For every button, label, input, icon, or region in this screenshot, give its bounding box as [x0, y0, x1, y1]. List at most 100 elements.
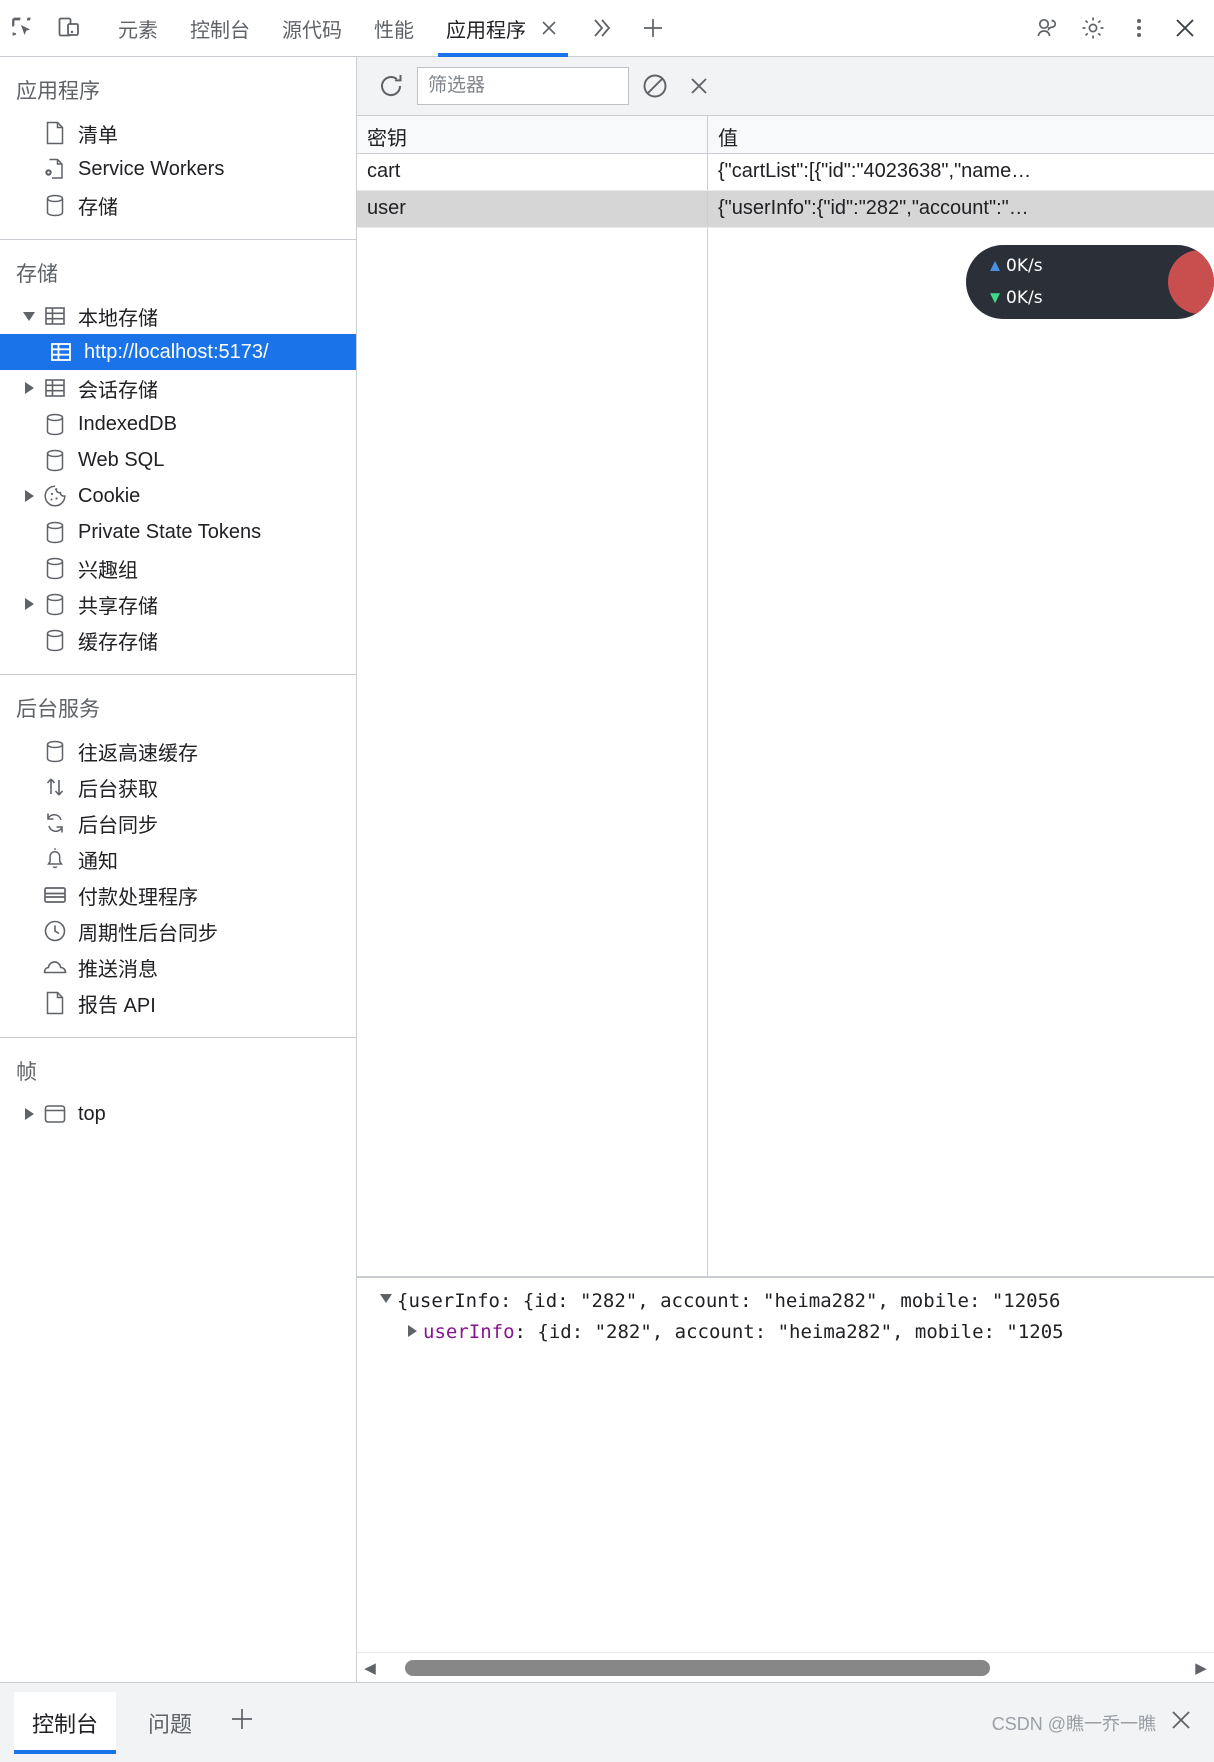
network-speed-widget[interactable]: ▲ 0K/s ▼ 0K/s — [966, 245, 1214, 319]
sidebar-section-application: 应用程序 清单 Service Workers 存储 — [0, 57, 356, 240]
sidebar-item-reporting-api[interactable]: 报告 API — [0, 985, 356, 1021]
chevron-right-icon[interactable] — [18, 490, 40, 502]
tab-performance[interactable]: 性能 — [358, 0, 430, 57]
sidebar-item-label: top — [78, 1102, 106, 1125]
section-title: 应用程序 — [16, 80, 100, 103]
drawer-tab-issues[interactable]: 问题 — [130, 1692, 210, 1754]
close-icon[interactable] — [538, 17, 560, 39]
storage-cylinder-icon — [40, 629, 70, 652]
tab-label: 元素 — [118, 19, 158, 42]
table-header-row: 密钥 值 — [357, 116, 1214, 154]
close-devtools-icon[interactable] — [1162, 5, 1208, 51]
refresh-icon[interactable] — [369, 64, 413, 108]
devtools-feedback-icon[interactable] — [1024, 5, 1070, 51]
chevron-right-icon[interactable] — [18, 1108, 40, 1120]
tab-application[interactable]: 应用程序 — [430, 0, 576, 57]
preview-line-text: {userInfo: {id: "282", account: "heima28… — [397, 1290, 1061, 1312]
tab-label: 应用程序 — [446, 19, 526, 42]
delete-selected-icon[interactable] — [677, 64, 721, 108]
drawer-tab-label: 问题 — [148, 1711, 193, 1737]
sidebar-item-background-fetch[interactable]: 后台获取 — [0, 769, 356, 805]
drawer-tab-console[interactable]: 控制台 — [14, 1691, 117, 1754]
preview-line[interactable]: userInfo: {id: "282", account: "heima282… — [375, 1321, 1214, 1352]
sidebar-item-push-messaging[interactable]: 推送消息 — [0, 949, 356, 985]
chevron-right-icon[interactable] — [18, 598, 40, 610]
sidebar-item-session-storage[interactable]: 会话存储 — [0, 370, 356, 406]
sidebar-item-indexeddb[interactable]: IndexedDB — [0, 406, 356, 442]
preview-line[interactable]: {userInfo: {id: "282", account: "heima28… — [375, 1290, 1214, 1321]
sidebar-item-shared-storage[interactable]: 共享存储 — [0, 586, 356, 622]
sidebar-item-local-storage[interactable]: 本地存储 — [0, 298, 356, 334]
service-worker-icon — [40, 157, 70, 181]
scrollbar-thumb[interactable] — [405, 1659, 990, 1676]
table-empty-area — [357, 228, 1214, 1277]
more-tabs-icon[interactable] — [576, 0, 626, 57]
column-header-key[interactable]: 密钥 — [357, 116, 708, 153]
sidebar-item-interest-groups[interactable]: 兴趣组 — [0, 550, 356, 586]
scroll-right-arrow-icon[interactable]: ▶ — [1188, 1659, 1214, 1677]
sidebar-item-label: 后台同步 — [78, 814, 158, 837]
preview-horizontal-scrollbar[interactable]: ◀ ▶ — [357, 1652, 1214, 1682]
kebab-menu-icon[interactable] — [1116, 5, 1162, 51]
chevron-down-icon[interactable] — [18, 311, 40, 321]
sidebar-item-payment-handler[interactable]: 付款处理程序 — [0, 877, 356, 913]
sidebar-section-frames: 帧 top — [0, 1038, 356, 1148]
sidebar-item-label: Service Workers — [78, 157, 225, 180]
storage-cylinder-icon — [40, 521, 70, 544]
sidebar-item-label: 兴趣组 — [78, 559, 138, 582]
upload-speed-value: 0K/s — [1006, 256, 1043, 276]
chevron-right-icon[interactable] — [401, 1321, 423, 1337]
sidebar-item-label: Cookie — [78, 484, 141, 507]
column-header-value[interactable]: 值 — [708, 116, 1214, 153]
search-input[interactable] — [417, 67, 629, 105]
application-sidebar[interactable]: 应用程序 清单 Service Workers 存储 存储 本地存储 http:… — [0, 57, 357, 1682]
chevron-right-icon[interactable] — [18, 382, 40, 394]
close-drawer-icon[interactable] — [1166, 1705, 1196, 1740]
sidebar-item-back-forward-cache[interactable]: 往返高速缓存 — [0, 733, 356, 769]
sidebar-item-periodic-background-sync[interactable]: 周期性后台同步 — [0, 913, 356, 949]
table-grid-icon — [40, 306, 70, 326]
inspect-element-icon[interactable] — [0, 5, 46, 51]
clear-all-icon[interactable] — [633, 64, 677, 108]
sidebar-item-label: Web SQL — [78, 448, 165, 471]
sidebar-item-cookie[interactable]: Cookie — [0, 478, 356, 514]
table-grid-icon — [40, 378, 70, 398]
sidebar-item-frame-top[interactable]: top — [0, 1096, 356, 1132]
scrollbar-track[interactable] — [383, 1653, 1188, 1683]
chevron-down-icon[interactable] — [375, 1290, 397, 1303]
sidebar-item-storage[interactable]: 存储 — [0, 187, 356, 223]
gear-icon[interactable] — [1070, 5, 1116, 51]
sidebar-item-manifest[interactable]: 清单 — [0, 115, 356, 151]
sidebar-item-label: 付款处理程序 — [78, 886, 198, 909]
tab-console[interactable]: 控制台 — [174, 0, 266, 57]
cell-key: user — [357, 191, 708, 227]
tab-sources[interactable]: 源代码 — [266, 0, 358, 57]
sidebar-item-label: 报告 API — [78, 994, 156, 1017]
section-title: 存储 — [16, 263, 58, 286]
sidebar-item-web-sql[interactable]: Web SQL — [0, 442, 356, 478]
sidebar-item-private-state-tokens[interactable]: Private State Tokens — [0, 514, 356, 550]
sidebar-item-background-sync[interactable]: 后台同步 — [0, 805, 356, 841]
scroll-left-arrow-icon[interactable]: ◀ — [357, 1659, 383, 1677]
sidebar-item-localhost-origin[interactable]: http://localhost:5173/ — [0, 334, 356, 370]
sidebar-item-service-workers[interactable]: Service Workers — [0, 151, 356, 187]
table-row[interactable]: cart {"cartList":[{"id":"4023638","name… — [357, 154, 1214, 191]
sidebar-item-label: IndexedDB — [78, 412, 177, 435]
device-toolbar-icon[interactable] — [46, 5, 92, 51]
sidebar-item-notifications[interactable]: 通知 — [0, 841, 356, 877]
network-speed-values: ▲ 0K/s ▼ 0K/s — [984, 251, 1043, 313]
sidebar-section-background-services: 后台服务 往返高速缓存 后台获取 后台同步 通知 付款处理程序 周期性后台同步 … — [0, 675, 356, 1038]
preview-line-text: : {id: "282", account: "heima282", mobil… — [514, 1321, 1064, 1343]
tab-elements[interactable]: 元素 — [102, 0, 174, 57]
table-empty-key-column — [357, 228, 708, 1276]
sidebar-item-label: 后台获取 — [78, 778, 158, 801]
toolbar-right-actions — [1024, 5, 1214, 51]
table-row[interactable]: user {"userInfo":{"id":"282","account":"… — [357, 191, 1214, 228]
widget-avatar-circle[interactable] — [1168, 250, 1214, 314]
add-drawer-tab-button[interactable] — [210, 1705, 274, 1741]
tab-label: 控制台 — [190, 19, 250, 42]
add-panel-button[interactable] — [626, 0, 680, 57]
frame-icon — [40, 1103, 70, 1125]
background-sync-icon — [40, 811, 70, 835]
sidebar-item-cache-storage[interactable]: 缓存存储 — [0, 622, 356, 658]
